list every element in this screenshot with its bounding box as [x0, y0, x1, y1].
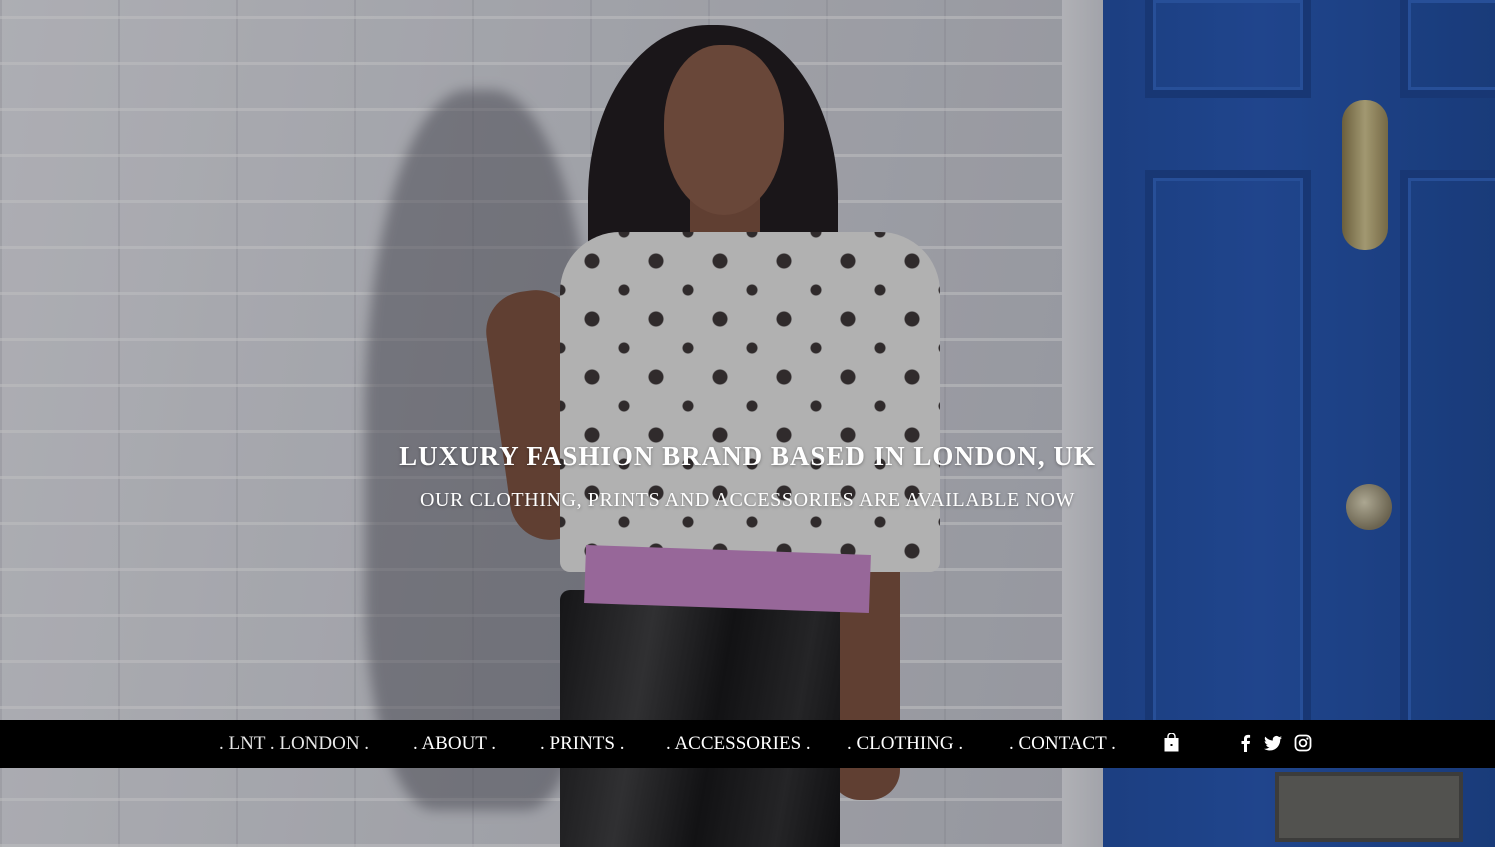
facebook-icon[interactable]	[1236, 733, 1256, 753]
nav-item-prints[interactable]: . PRINTS .	[540, 720, 624, 768]
instagram-icon[interactable]	[1293, 733, 1313, 753]
hero-text: LUXURY FASHION BRAND BASED IN LONDON, UK…	[0, 438, 1495, 514]
nav-item-contact[interactable]: . CONTACT .	[1009, 720, 1116, 768]
nav-item-accessories[interactable]: . ACCESSORIES .	[666, 720, 811, 768]
hero-subline: OUR CLOTHING, PRINTS AND ACCESSORIES ARE…	[419, 489, 1076, 511]
nav-item-clothing[interactable]: . CLOTHING .	[847, 720, 963, 768]
nav-item-about[interactable]: . ABOUT .	[413, 720, 496, 768]
twitter-icon[interactable]	[1263, 733, 1283, 753]
hero-headline: LUXURY FASHION BRAND BASED IN LONDON, UK	[399, 441, 1096, 471]
nav-item-lnt-london[interactable]: . LNT . LONDON .	[219, 720, 369, 768]
shopping-bag-icon[interactable]	[1164, 733, 1179, 752]
